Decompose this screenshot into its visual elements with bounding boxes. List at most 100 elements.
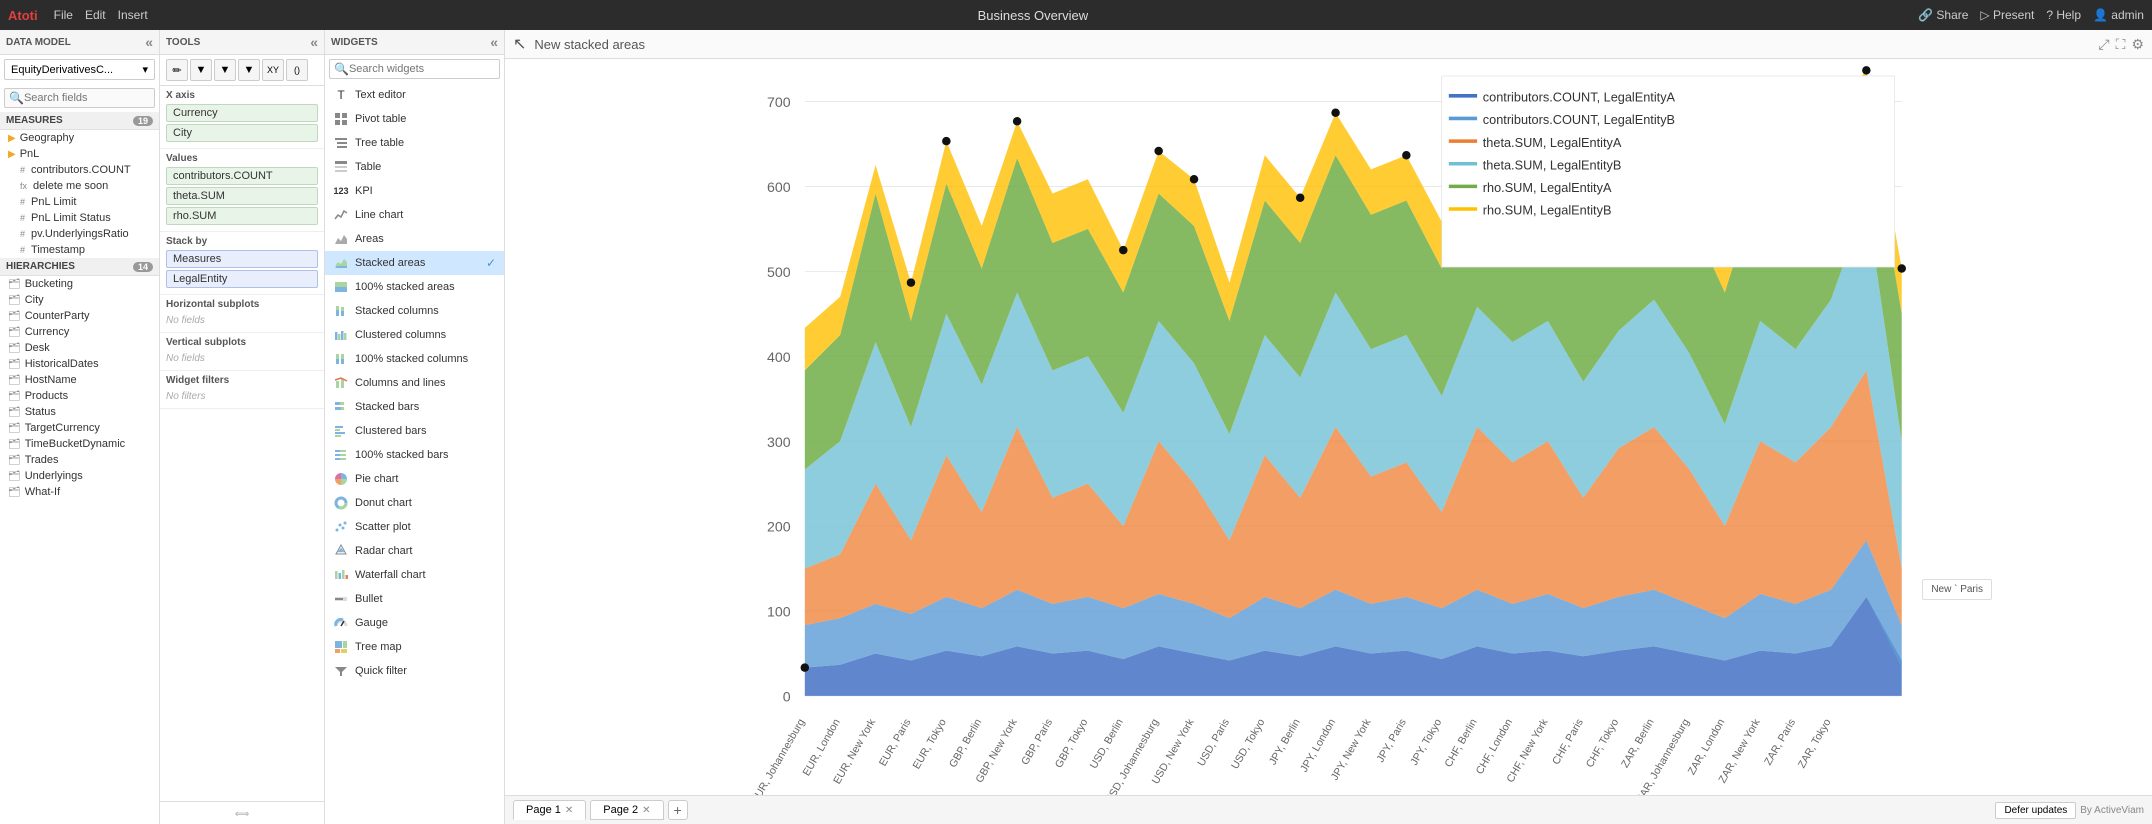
widgets-collapse[interactable]: « [490,34,498,50]
measures-section[interactable]: MEASURES 19 [0,112,159,130]
widget-tree-table[interactable]: Tree table [325,131,504,155]
pencil-tool[interactable]: ✏ [166,59,188,81]
page-tab-1[interactable]: Page 1 ✕ [513,800,586,820]
widget-clustered-bars-label: Clustered bars [355,425,427,437]
hier-desk[interactable]: 🗂 Desk [0,340,159,356]
donut-chart-icon [333,495,349,511]
hier-hostname[interactable]: 🗂 HostName [0,372,159,388]
stack-by-legal-entity[interactable]: LegalEntity [166,270,318,288]
widget-columns-and-lines-label: Columns and lines [355,377,446,389]
hier-status-label: Status [25,406,56,418]
widget-search-input[interactable] [349,63,495,75]
share-btn[interactable]: 🔗 Share [1918,8,1968,22]
value-theta[interactable]: theta.SUM [166,187,318,205]
widget-bullet[interactable]: Bullet [325,587,504,611]
tools-collapse[interactable]: « [310,34,318,50]
search-fields-input[interactable] [24,92,150,104]
model-selector[interactable]: EquityDerivativesC... ▾ [4,59,155,80]
hier-bucketing[interactable]: 🗂 Bucketing [0,276,159,292]
widget-waterfall-chart[interactable]: Waterfall chart [325,563,504,587]
data-model-collapse[interactable]: « [145,34,153,50]
admin-btn[interactable]: 👤 admin [2093,8,2144,22]
hier-historical-dates[interactable]: 🗂 HistoricalDates [0,356,159,372]
measure-geography[interactable]: ▶ Geography [0,130,159,146]
x-axis-currency[interactable]: Currency [166,104,318,122]
widget-table[interactable]: Table [325,155,504,179]
measure-pnl-limit[interactable]: # PnL Limit [0,194,159,210]
stack-by-measures[interactable]: Measures [166,250,318,268]
svg-text:EUR, Tokyo: EUR, Tokyo [911,717,949,771]
paren-tool[interactable]: () [286,59,308,81]
widget-clustered-bars[interactable]: Clustered bars [325,419,504,443]
hier-underlyings[interactable]: 🗂 Underlyings [0,468,159,484]
hier-currency[interactable]: 🗂 Currency [0,324,159,340]
filter2-tool[interactable]: ▼ [214,59,236,81]
widget-tree-map[interactable]: Tree map [325,635,504,659]
widget-text-editor[interactable]: T Text editor [325,83,504,107]
close-page-1[interactable]: ✕ [565,805,573,816]
menu-insert[interactable]: Insert [118,8,148,22]
widget-columns-and-lines[interactable]: Columns and lines [325,371,504,395]
widget-100-stacked-columns[interactable]: 100% stacked columns [325,347,504,371]
menu-file[interactable]: File [54,8,73,22]
hier-status[interactable]: 🗂 Status [0,404,159,420]
settings-icon[interactable]: ⚙ [2131,36,2144,53]
svg-text:200: 200 [767,519,791,535]
filter-tool[interactable]: ▼ [190,59,212,81]
widget-radar-chart[interactable]: Radar chart [325,539,504,563]
value-contributors[interactable]: contributors.COUNT [166,167,318,185]
radar-chart-icon [333,543,349,559]
measure-pv-ratio[interactable]: # pv.UnderlyingsRatio [0,226,159,242]
measure-pv-ratio-label: pv.UnderlyingsRatio [31,228,129,240]
hier-products[interactable]: 🗂 Products [0,388,159,404]
present-btn[interactable]: ▷ Present [1980,8,2034,22]
hier-target-currency[interactable]: 🗂 TargetCurrency [0,420,159,436]
measure-contributors-label: contributors.COUNT [31,164,131,176]
value-rho[interactable]: rho.SUM [166,207,318,225]
hier-whatif[interactable]: 🗂 What-If [0,484,159,500]
measure-timestamp[interactable]: # Timestamp [0,242,159,258]
widget-stacked-columns[interactable]: Stacked columns [325,299,504,323]
hier-city[interactable]: 🗂 City [0,292,159,308]
hier-timebucket[interactable]: 🗂 TimeBucketDynamic [0,436,159,452]
widget-line-chart[interactable]: Line chart [325,203,504,227]
value-rho-label: rho.SUM [173,210,216,222]
widget-stacked-areas[interactable]: Stacked areas [325,251,504,275]
widget-donut-chart[interactable]: Donut chart [325,491,504,515]
measure-pnl[interactable]: ▶ PnL [0,146,159,162]
widget-gauge[interactable]: Gauge [325,611,504,635]
100-stacked-areas-icon [333,279,349,295]
measure-delete[interactable]: fx delete me soon [0,178,159,194]
widget-quick-filter[interactable]: Quick filter [325,659,504,683]
widget-pie-chart[interactable]: Pie chart [325,467,504,491]
hier-counterparty[interactable]: 🗂 CounterParty [0,308,159,324]
search-fields-box: 🔍 [4,88,155,108]
menu-edit[interactable]: Edit [85,8,106,22]
widget-kpi[interactable]: 123 KPI [325,179,504,203]
xy-tool[interactable]: XY [262,59,284,81]
page-tab-2[interactable]: Page 2 ✕ [590,800,663,820]
tools-panel: TOOLS « ✏ ▼ ▼ ▼ XY () X axis Currency Ci… [160,30,325,824]
add-page-button[interactable]: + [668,800,688,820]
measure-pnl-limit-status[interactable]: # PnL Limit Status [0,210,159,226]
widget-scatter-plot[interactable]: Scatter plot [325,515,504,539]
widget-clustered-columns[interactable]: Clustered columns [325,323,504,347]
svg-text:ZAR, Berlin: ZAR, Berlin [1619,717,1657,770]
widget-100-stacked-areas[interactable]: 100% stacked areas [325,275,504,299]
hierarchies-section[interactable]: HIERARCHIES 14 [0,258,159,276]
help-btn[interactable]: ? Help [2046,8,2081,22]
widget-pivot-table[interactable]: Pivot table [325,107,504,131]
activeviam-label: By ActiveViam [2080,805,2144,816]
measure-contributors-count[interactable]: # contributors.COUNT [0,162,159,178]
hier-trades[interactable]: 🗂 Trades [0,452,159,468]
widget-100-stacked-bars[interactable]: 100% stacked bars [325,443,504,467]
defer-updates-button[interactable]: Defer updates [1995,802,2076,819]
close-page-2[interactable]: ✕ [642,805,650,816]
widget-areas[interactable]: Areas [325,227,504,251]
resize-handle[interactable]: ⟺ [235,809,249,820]
expand-icon[interactable]: ⤢ [2098,36,2109,53]
chart-type-tool[interactable]: ▼ [238,59,260,81]
x-axis-city[interactable]: City [166,124,318,142]
fullscreen-icon[interactable]: ⛶ [2116,36,2126,53]
widget-stacked-bars[interactable]: Stacked bars [325,395,504,419]
